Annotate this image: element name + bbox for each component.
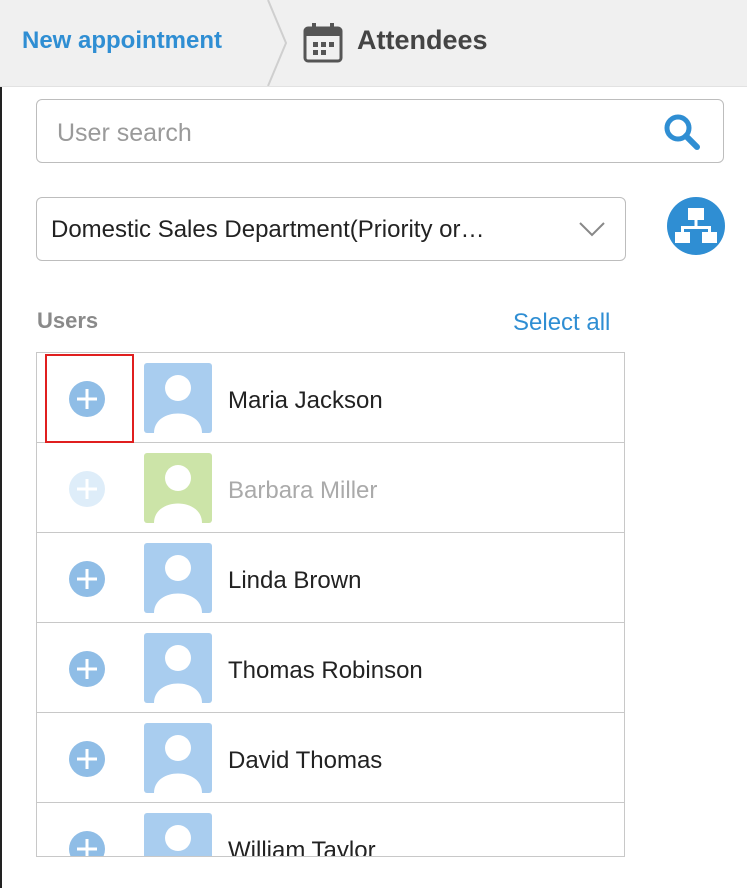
user-avatar-icon: [144, 453, 212, 523]
org-chart-button[interactable]: [666, 196, 726, 256]
chevron-down-icon: [579, 222, 605, 237]
user-list: Maria Jackson Barbara Miller Linda Brown Th…: [36, 352, 625, 857]
user-row: Thomas Robinson: [37, 623, 624, 713]
add-user-button[interactable]: [69, 471, 105, 507]
add-user-button[interactable]: [69, 651, 105, 687]
department-dropdown[interactable]: Domestic Sales Department(Priority or…: [36, 197, 626, 261]
user-avatar-icon: [144, 633, 212, 703]
calendar-icon: [303, 23, 343, 63]
users-section-label: Users: [37, 308, 99, 333]
user-row: Maria Jackson: [37, 353, 624, 443]
user-row: David Thomas: [37, 713, 624, 803]
user-search-box: [36, 99, 724, 163]
select-all-link[interactable]: Select all: [513, 309, 610, 337]
user-name: Linda Brown: [228, 567, 362, 594]
user-search-input[interactable]: [55, 112, 639, 154]
user-avatar-icon: [144, 723, 212, 793]
user-name: Barbara Miller: [228, 477, 378, 504]
add-user-button[interactable]: [69, 831, 105, 857]
user-row: Linda Brown: [37, 533, 624, 623]
search-icon[interactable]: [663, 113, 701, 151]
add-user-button[interactable]: [69, 741, 105, 777]
user-row: William Taylor: [37, 803, 624, 857]
user-avatar-icon: [144, 363, 212, 433]
user-avatar-icon: [144, 813, 212, 856]
add-user-button[interactable]: [69, 561, 105, 597]
user-name: William Taylor: [228, 837, 376, 857]
breadcrumb-new-appointment[interactable]: New appointment: [22, 27, 222, 55]
breadcrumb-separator-icon: [267, 0, 288, 86]
page-title: Attendees: [357, 25, 488, 55]
add-user-button[interactable]: [69, 381, 105, 417]
user-row: Barbara Miller: [37, 443, 624, 533]
user-name: Maria Jackson: [228, 387, 383, 414]
user-name: David Thomas: [228, 747, 383, 774]
department-selected: Domestic Sales Department(Priority or…: [51, 216, 485, 243]
user-avatar-icon: [144, 543, 212, 613]
header-bar: New appointment Attendees: [0, 0, 747, 87]
user-name: Thomas Robinson: [228, 657, 423, 684]
